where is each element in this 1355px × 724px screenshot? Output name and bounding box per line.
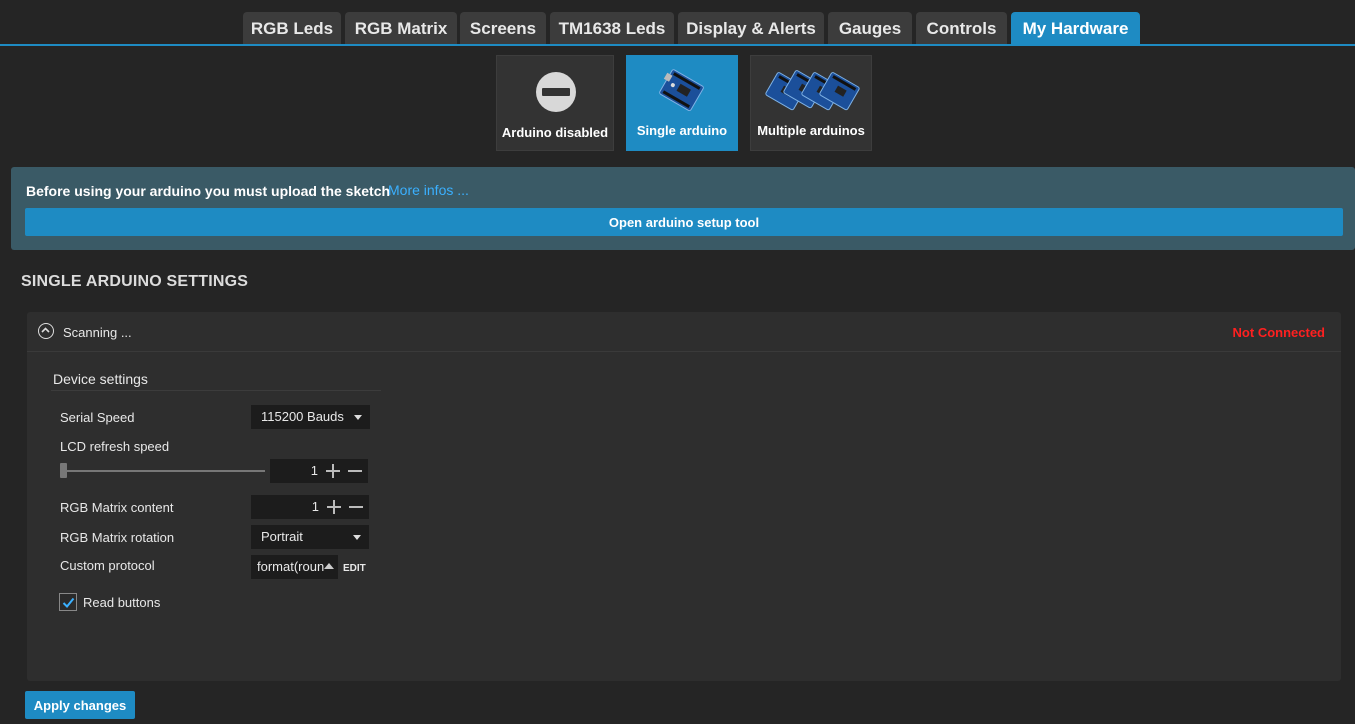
banner-message: Before using your arduino you must uploa…	[26, 183, 391, 199]
device-settings-title: Device settings	[53, 371, 148, 387]
mode-arduino-disabled[interactable]: Arduino disabled	[496, 55, 614, 151]
serial-speed-select[interactable]: 115200 Bauds	[251, 405, 370, 429]
matrix-content-stepper[interactable]: 1	[251, 495, 369, 519]
connection-status: Not Connected	[1232, 325, 1325, 340]
read-buttons-checkbox[interactable]	[59, 593, 77, 611]
tab-controls[interactable]: Controls	[916, 12, 1007, 45]
mode-label: Arduino disabled	[501, 125, 609, 140]
dropdown-arrow-icon	[354, 415, 362, 420]
tab-my-hardware[interactable]: My Hardware	[1011, 12, 1140, 45]
lcd-refresh-slider-thumb[interactable]	[60, 463, 67, 478]
lcd-refresh-stepper[interactable]: 1	[270, 459, 368, 483]
mode-label: Multiple arduinos	[757, 123, 865, 138]
lcd-refresh-slider[interactable]	[62, 470, 265, 472]
chevron-up-icon	[41, 327, 50, 333]
edit-protocol-button[interactable]: EDIT	[343, 563, 366, 574]
mode-single-arduino[interactable]: Single arduino	[626, 55, 738, 151]
increment-icon[interactable]	[322, 459, 344, 483]
disabled-icon	[536, 72, 576, 112]
custom-protocol-value: format(roun	[257, 559, 325, 574]
dropdown-arrow-icon	[353, 535, 361, 540]
tab-gauges[interactable]: Gauges	[828, 12, 912, 45]
read-buttons-label: Read buttons	[83, 595, 161, 610]
lcd-refresh-value: 1	[310, 463, 318, 478]
sketch-info-banner: Before using your arduino you must uploa…	[11, 167, 1355, 250]
apply-changes-button[interactable]: Apply changes	[25, 691, 135, 719]
increment-icon[interactable]	[323, 495, 345, 519]
decrement-icon[interactable]	[345, 495, 367, 519]
matrix-rotation-label: RGB Matrix rotation	[60, 530, 175, 545]
tab-bar: RGB Leds RGB Matrix Screens TM1638 Leds …	[0, 0, 1355, 46]
tab-tm1638-leds[interactable]: TM1638 Leds	[550, 12, 674, 45]
tab-rgb-leds[interactable]: RGB Leds	[243, 12, 341, 45]
multiple-arduino-boards-icon	[765, 70, 860, 111]
matrix-content-value: 1	[311, 499, 319, 514]
serial-speed-value: 115200 Bauds	[261, 409, 344, 424]
more-infos-link[interactable]: More infos ...	[388, 182, 469, 198]
checkmark-icon	[62, 597, 75, 608]
divider	[51, 390, 381, 391]
decrement-icon[interactable]	[344, 459, 366, 483]
matrix-rotation-select[interactable]: Portrait	[251, 525, 369, 549]
collapse-button[interactable]	[38, 323, 54, 339]
custom-protocol-label: Custom protocol	[60, 558, 155, 573]
matrix-content-label: RGB Matrix content	[60, 500, 174, 515]
tab-display-alerts[interactable]: Display & Alerts	[678, 12, 824, 45]
mode-multiple-arduinos[interactable]: Multiple arduinos	[750, 55, 872, 151]
arduino-board-icon	[659, 69, 704, 112]
device-panel: Scanning ... Not Connected Device settin…	[27, 312, 1341, 681]
triangle-up-icon	[324, 563, 334, 569]
tab-screens[interactable]: Screens	[460, 12, 546, 45]
tab-underline	[0, 44, 1355, 46]
tab-rgb-matrix[interactable]: RGB Matrix	[345, 12, 457, 45]
mode-label: Single arduino	[636, 123, 728, 138]
open-setup-tool-button[interactable]: Open arduino setup tool	[25, 208, 1343, 236]
device-panel-header: Scanning ... Not Connected	[27, 312, 1341, 352]
section-title: SINGLE ARDUINO SETTINGS	[21, 273, 249, 290]
serial-speed-label: Serial Speed	[60, 410, 135, 425]
custom-protocol-field[interactable]: format(roun	[251, 555, 338, 579]
matrix-rotation-value: Portrait	[261, 529, 303, 544]
scanning-text: Scanning ...	[63, 325, 132, 340]
lcd-refresh-label: LCD refresh speed	[60, 439, 170, 454]
